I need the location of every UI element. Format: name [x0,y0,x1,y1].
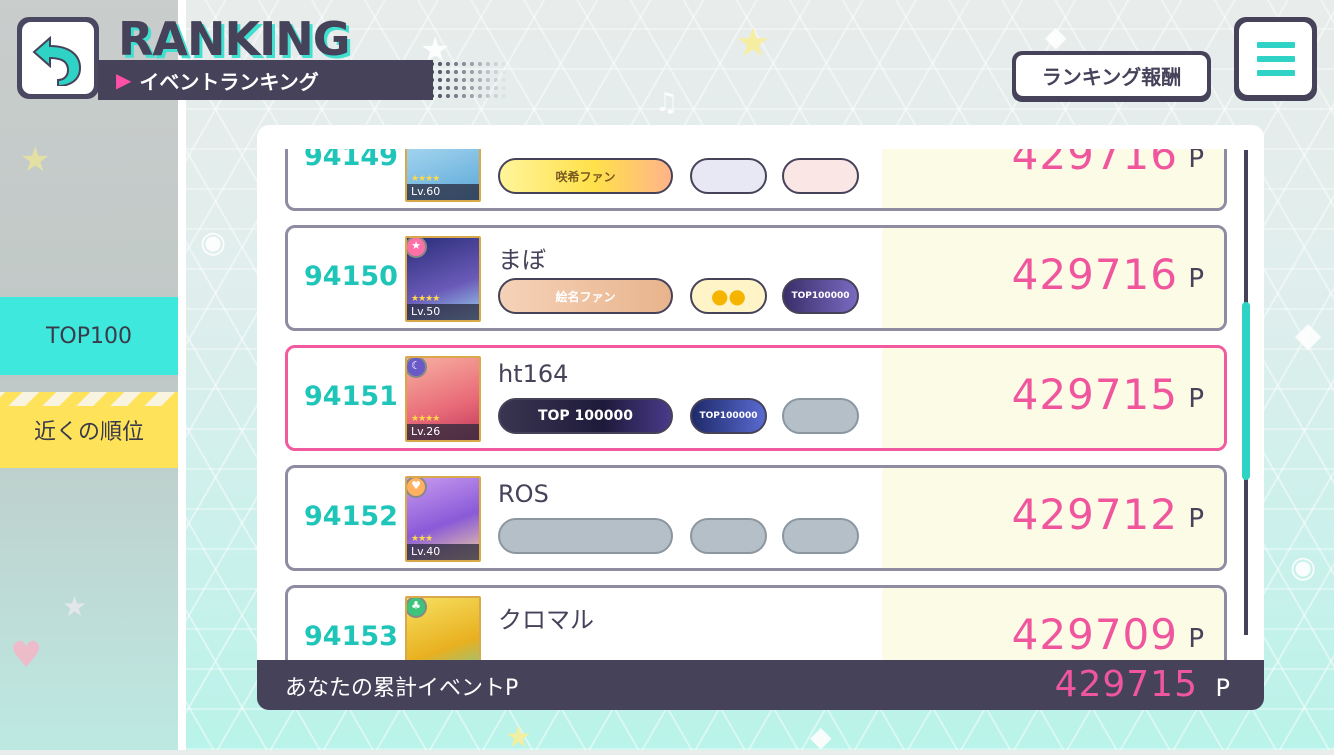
points-unit: P [1188,504,1204,534]
item-badge[interactable]: ●● [690,278,767,314]
avatar-level: Lv.50 [407,304,479,320]
avatar[interactable]: ♥ ★★★ Lv.40 [405,476,481,562]
empty-badge-slot[interactable] [782,518,859,554]
points-unit: P [1188,384,1204,414]
my-total-points-value: 429715 [1054,664,1198,705]
star-decoration-icon: ★ [62,590,88,623]
avatar-level: Lv.60 [407,184,479,200]
my-total-points-unit: P [1215,674,1230,702]
rarity-stars: ★★★★ [411,174,440,184]
rank-number: 94149 [304,149,398,172]
my-total-points-bar: あなたの累計イベントP 429715 P [257,660,1264,710]
menu-button[interactable] [1234,17,1317,101]
diamond-decoration-icon: ◆ [1295,315,1322,355]
points-unit: P [1188,264,1204,294]
rarity-stars: ★★★★ [411,294,440,304]
back-button-face[interactable] [22,22,94,94]
ranking-row[interactable]: 94149 ★★★★ Lv.60 咲希ファン 429716 P [285,149,1227,211]
ranking-row-self[interactable]: 94151 ☾ ★★★★ Lv.26 ht164 TOP 100000 TOP1… [285,345,1227,451]
scrollbar-thumb[interactable] [1242,302,1250,480]
ranking-reward-button[interactable]: ランキング報酬 [1012,51,1211,102]
character-badge[interactable] [782,158,859,194]
event-points: 429716 [1011,149,1178,179]
avatar[interactable]: ♣ [405,596,481,660]
left-panel-edge [178,0,186,750]
empty-badge-slot[interactable] [690,518,767,554]
rarity-stars: ★★★ [411,534,433,544]
avatar-level: Lv.40 [407,544,479,560]
menu-bar [1256,55,1295,62]
fan-badge[interactable]: 絵名ファン [498,278,673,314]
points-unit: P [1188,624,1204,654]
empty-badge-slot[interactable] [498,518,673,554]
heart-decoration-icon: ♥ [10,635,43,676]
disc-decoration-icon: ◉ [1290,550,1317,585]
star-badge-decoration-icon: ★ [735,20,771,66]
ranking-row[interactable]: 94152 ♥ ★★★ Lv.40 ROS 429712 P [285,465,1227,571]
diamond-decoration-icon: ◆ [810,720,832,753]
ranking-reward-label[interactable]: ランキング報酬 [1016,55,1207,96]
attribute-star-icon: ★ [407,238,427,258]
player-name: まぼ [498,246,546,274]
back-arrow-icon [32,35,82,86]
page-subtitle-bar: ▶ イベントランキング [98,60,433,100]
star-decoration-icon: ★ [20,140,51,180]
tab-stripes [0,392,178,406]
diamond-decoration-icon: ◆ [1045,20,1067,53]
back-button[interactable] [17,17,99,99]
event-points: 429716 [1011,250,1178,299]
avatar[interactable]: ★ ★★★★ Lv.50 [405,236,481,322]
event-points: 429715 [1011,370,1178,419]
attribute-heart-icon: ♥ [407,478,427,498]
top-rank-title-badge[interactable]: TOP 100000 [498,398,673,434]
event-points: 429709 [1011,610,1178,659]
menu-bar [1256,69,1295,76]
attribute-moon-icon: ☾ [407,358,427,378]
hamburger-menu-icon[interactable] [1239,22,1312,95]
halftone-decoration [428,60,508,100]
player-name: クロマル [498,606,594,634]
player-name: ROS [498,480,549,508]
character-pair-badge[interactable] [690,158,767,194]
points-unit: P [1188,149,1204,174]
rarity-stars: ★★★★ [411,414,440,424]
ranking-list-panel[interactable]: 94149 ★★★★ Lv.60 咲希ファン 429716 P 94150 ★ … [257,125,1264,665]
event-points: 429712 [1011,490,1178,539]
disc-decoration-icon: ◉ [200,225,227,260]
tab-nearby-rank[interactable]: 近くの順位 [0,392,178,468]
tab-nearby-rank-label: 近くの順位 [33,420,144,445]
top-rank-badge[interactable]: TOP100000 [782,278,859,314]
fan-badge[interactable]: 咲希ファン [498,158,673,194]
rank-number: 94151 [304,381,398,412]
rank-number: 94152 [304,501,398,532]
tab-top100[interactable]: TOP100 [0,297,178,375]
menu-bar [1256,41,1295,48]
avatar[interactable]: ☾ ★★★★ Lv.26 [405,356,481,442]
ranking-row[interactable]: 94150 ★ ★★★★ Lv.50 まぼ 絵名ファン ●● TOP100000… [285,225,1227,331]
page-subtitle: イベントランキング [139,69,319,94]
top-rank-badge[interactable]: TOP100000 [690,398,767,434]
rank-number: 94150 [304,261,398,292]
ranking-row[interactable]: 94153 ♣ クロマル 429709 P [285,585,1227,660]
avatar-level: Lv.26 [407,424,479,440]
headphone-decoration-icon: ♫ [655,88,679,118]
rank-number: 94153 [304,621,398,652]
player-name: ht164 [498,360,569,388]
avatar[interactable]: ★★★★ Lv.60 [405,149,481,202]
page-title: RANKING [118,12,351,66]
ranking-list-scroll[interactable]: 94149 ★★★★ Lv.60 咲希ファン 429716 P 94150 ★ … [257,149,1264,660]
attribute-leaf-icon: ♣ [407,598,427,618]
my-total-points-label: あなたの累計イベントP [285,676,519,701]
gold-item-icon: ●● [711,284,746,308]
play-triangle-icon: ▶ [116,68,132,92]
empty-badge-slot[interactable] [782,398,859,434]
